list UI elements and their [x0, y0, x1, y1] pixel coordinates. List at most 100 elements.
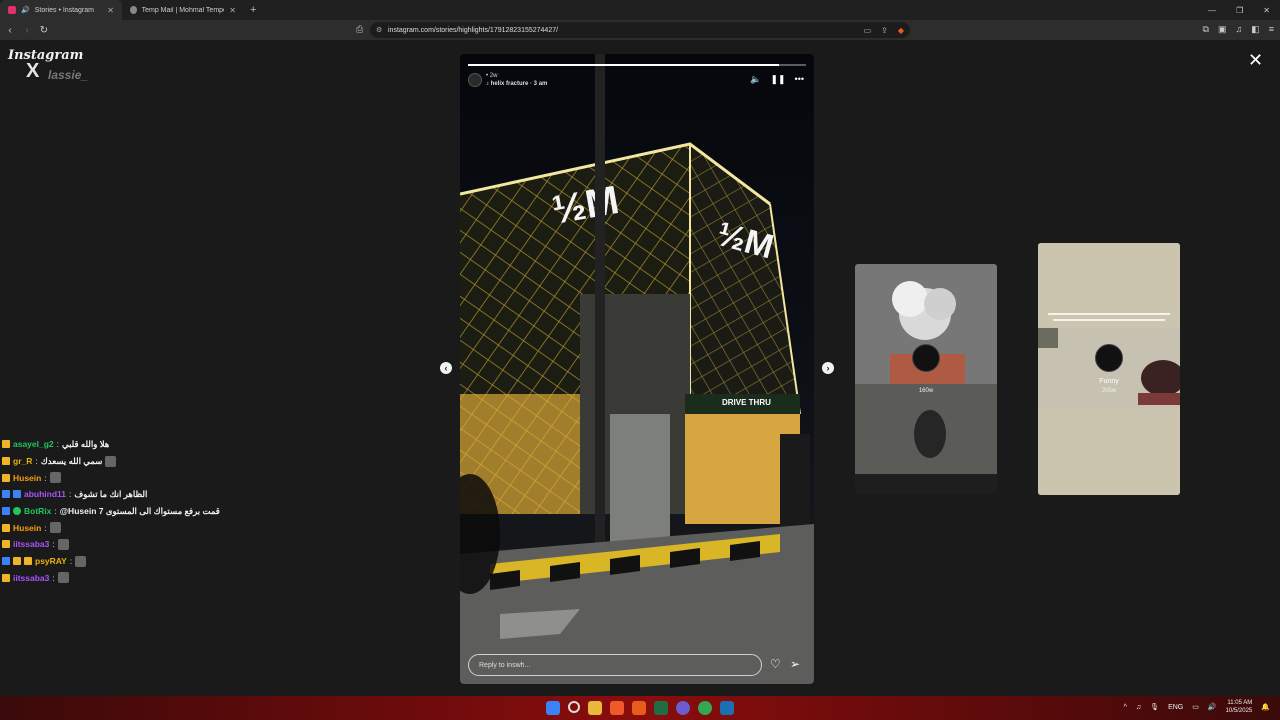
- language-indicator[interactable]: ENG: [1168, 704, 1183, 711]
- chevron-up-icon[interactable]: ^: [1124, 704, 1127, 711]
- excel-icon[interactable]: [654, 701, 668, 715]
- chat-username[interactable]: BotRix: [24, 506, 51, 516]
- story-progress-bar: [468, 64, 806, 66]
- share-icon[interactable]: ⇪: [881, 26, 888, 35]
- cast-icon[interactable]: ▭: [864, 26, 872, 35]
- crown-badge-icon: [2, 573, 10, 582]
- close-window-icon[interactable]: ✕: [1263, 6, 1270, 15]
- search-icon[interactable]: [568, 701, 580, 713]
- crown-badge-icon: [13, 557, 21, 566]
- side-story-time: 160w: [918, 388, 934, 394]
- heart-icon[interactable]: ♡: [770, 657, 781, 671]
- clock[interactable]: 11:05 AM 10/5/2025: [1226, 699, 1253, 715]
- discord-icon[interactable]: [676, 701, 690, 715]
- mute-icon[interactable]: 🔈: [750, 74, 761, 85]
- chat-text: الظاهر انك ما تشوف: [74, 488, 148, 499]
- blue-badge-icon: [2, 507, 10, 516]
- clock-time: 11:05 AM: [1227, 700, 1253, 706]
- chat-message: Husein:: [2, 469, 242, 486]
- chat-username[interactable]: Husein: [13, 523, 41, 533]
- reload-icon[interactable]: ↻: [37, 25, 51, 36]
- emote-icon: [57, 572, 69, 584]
- chat-username[interactable]: psyRAY: [35, 556, 67, 566]
- notification-bell-icon[interactable]: 🔔: [1261, 703, 1270, 711]
- story-progress-fill: [468, 64, 779, 66]
- microphone-icon[interactable]: 🎙: [1150, 703, 1159, 711]
- network-icon[interactable]: ▭: [1192, 703, 1199, 711]
- music-icon[interactable]: ♫: [1235, 24, 1242, 35]
- close-icon[interactable]: ✕: [1248, 50, 1263, 71]
- chat-separator: :: [69, 489, 72, 500]
- bookmark-icon[interactable]: ⎙: [356, 24, 363, 35]
- chat-text: @Husein 7 قمت برفع مستواك الى المستوى: [59, 505, 220, 516]
- story-music[interactable]: helix fracture · 3 am: [491, 81, 548, 87]
- close-tab-icon[interactable]: ✕: [107, 6, 114, 15]
- side-story-2[interactable]: Funny 205w: [1038, 243, 1180, 495]
- blue-badge-icon: [2, 490, 10, 499]
- story-card[interactable]: ½M ½M DRIVE THRU • 2w ♪ helix fracture ·…: [460, 54, 814, 684]
- stream-chat: asayel_g2: هلا والله قلبي gr_R: سمي الله يس…: [2, 436, 242, 586]
- chat-message: abuhind11: الظاهر انك ما تشوف: [2, 486, 242, 503]
- chat-username[interactable]: asayel_g2: [13, 439, 54, 449]
- emote-icon: [49, 472, 61, 484]
- previous-story-button[interactable]: ‹: [440, 362, 452, 374]
- steam-icon[interactable]: [720, 701, 734, 715]
- chat-username[interactable]: gr_R: [13, 456, 32, 466]
- close-tab-icon[interactable]: ✕: [229, 6, 236, 15]
- chat-separator: :: [52, 572, 55, 583]
- next-story-button[interactable]: ›: [822, 362, 834, 374]
- windows-start-icon[interactable]: [546, 701, 560, 715]
- forward-icon[interactable]: ›: [20, 25, 34, 36]
- brave-shield-icon[interactable]: ◆: [898, 26, 904, 35]
- menu-icon[interactable]: ≡: [1269, 24, 1274, 35]
- story-time: 2w: [489, 73, 498, 79]
- story-meta: • 2w ♪ helix fracture · 3 am: [486, 72, 547, 88]
- chat-username[interactable]: abuhind11: [24, 489, 66, 499]
- chrome-icon[interactable]: [698, 701, 712, 715]
- new-tab-button[interactable]: +: [244, 4, 262, 16]
- overlay-handle: lassie_: [48, 68, 89, 82]
- window-controls: — ❐ ✕: [1208, 6, 1280, 15]
- tab-title: Temp Mail | Mohmal Temporary Disp: [141, 6, 225, 14]
- chat-username[interactable]: iitssaba3: [13, 539, 49, 549]
- app-icon[interactable]: [632, 701, 646, 715]
- file-explorer-icon[interactable]: [588, 701, 602, 715]
- site-info-icon[interactable]: ⚙: [376, 26, 382, 34]
- tab-title: Stories • Instagram: [34, 6, 94, 14]
- brave-browser-icon[interactable]: [610, 701, 624, 715]
- chat-separator: :: [35, 456, 38, 467]
- pause-icon[interactable]: ❚❚: [770, 74, 785, 85]
- address-bar-row: ‹ › ↻ ⎙ ⚙ instagram.com/stories/highligh…: [0, 20, 1280, 40]
- avatar[interactable]: [468, 73, 482, 87]
- more-options-icon[interactable]: •••: [795, 74, 804, 85]
- wallet-icon[interactable]: ▣: [1218, 24, 1227, 35]
- tab-instagram[interactable]: 🔊 Stories • Instagram ✕: [0, 0, 122, 20]
- extensions-icon[interactable]: ⧉: [1203, 24, 1209, 35]
- url-field[interactable]: ⚙ instagram.com/stories/highlights/17912…: [370, 22, 910, 38]
- url-text: instagram.com/stories/highlights/1791282…: [388, 26, 559, 34]
- crown-badge-icon: [2, 540, 10, 549]
- crown-badge-icon: [2, 523, 10, 532]
- restore-icon[interactable]: ❐: [1236, 6, 1243, 15]
- minimize-icon[interactable]: —: [1208, 6, 1216, 15]
- chat-username[interactable]: iitssaba3: [13, 573, 49, 583]
- chat-username[interactable]: Husein: [13, 473, 41, 483]
- headset-icon[interactable]: ♫: [1136, 704, 1141, 711]
- clock-date: 10/5/2025: [1225, 708, 1253, 714]
- x-logo-icon: X: [26, 60, 40, 82]
- reply-input[interactable]: Reply to inswh...: [468, 654, 762, 676]
- chat-message: psyRAY:: [2, 553, 242, 570]
- story-image: ½M ½M DRIVE THRU: [460, 54, 814, 684]
- side-story-1[interactable]: 160w: [855, 264, 997, 494]
- instagram-wordmark: Instagram: [8, 48, 84, 63]
- chat-text: هلا والله قلبي: [62, 438, 110, 449]
- blue-badge-icon: [2, 557, 10, 566]
- toolbar-icons: ⧉ ▣ ♫ ◧ ≡: [1203, 24, 1274, 35]
- back-icon[interactable]: ‹: [3, 25, 17, 36]
- story-viewer: Instagram X lassie_ ✕ ½M ½M DRIVE THRU •…: [0, 40, 1280, 696]
- send-icon[interactable]: ➢: [790, 657, 800, 671]
- sidebar-icon[interactable]: ◧: [1251, 24, 1260, 35]
- system-tray: ^ ♫ 🎙 ENG ▭ 🔊 11:05 AM 10/5/2025 🔔: [1124, 699, 1270, 715]
- tab-tempmail[interactable]: Temp Mail | Mohmal Temporary Disp ✕: [122, 0, 244, 20]
- volume-icon[interactable]: 🔊: [1208, 703, 1217, 711]
